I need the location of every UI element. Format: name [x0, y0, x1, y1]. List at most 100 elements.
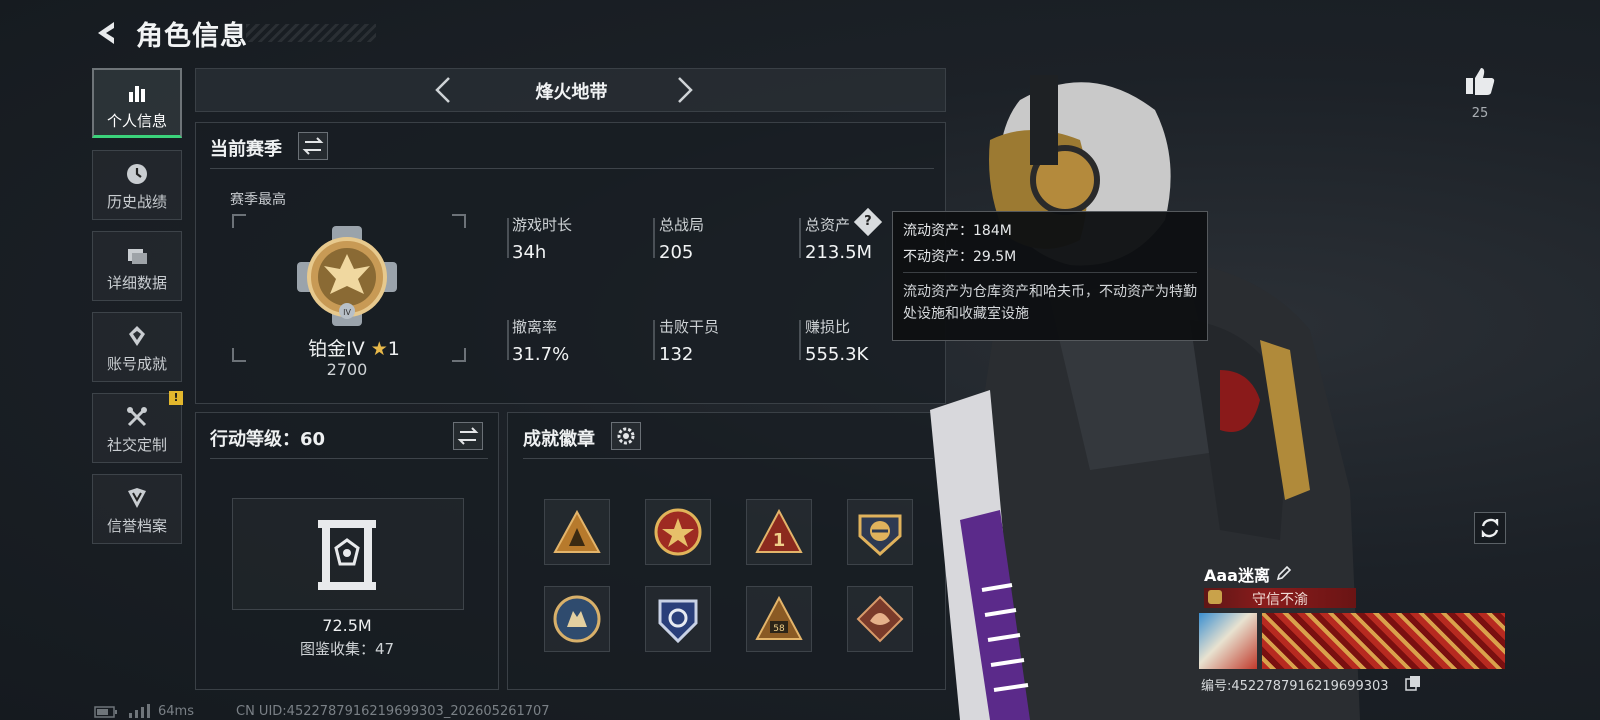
sidebar-item-personal-info[interactable]: 个人信息 — [92, 68, 182, 138]
gold-emblem-badge[interactable] — [847, 499, 913, 565]
rank-score: 2700 — [326, 360, 368, 379]
rank-stars: 1 — [387, 338, 400, 360]
thumbs-up-icon[interactable] — [1464, 66, 1496, 96]
page-title: 角色信息 — [136, 21, 248, 52]
sidebar-item-label: 历史战绩 — [106, 193, 167, 211]
stat-value: 555.3K — [805, 344, 869, 365]
dragon-badge[interactable] — [847, 586, 913, 652]
stat-label: 游戏时长 — [512, 216, 573, 234]
ping-readout: 64ms — [158, 704, 194, 719]
player-banner[interactable] — [1262, 613, 1505, 669]
stat-value: 205 — [659, 242, 694, 263]
stat-label: 总战局 — [659, 216, 705, 234]
wolf-round-badge[interactable] — [544, 586, 610, 652]
triangle-squad-badge[interactable] — [544, 499, 610, 565]
signal-icon — [129, 704, 150, 718]
stat-divider — [507, 218, 509, 258]
stat-value: 132 — [659, 344, 694, 365]
divider — [523, 458, 933, 459]
help-glyph: ? — [864, 213, 872, 229]
stat-divider — [653, 320, 655, 360]
stat-label: 赚损比 — [805, 318, 851, 336]
season-switch-button[interactable] — [298, 132, 328, 160]
swap-icon — [302, 137, 324, 155]
tooltip-description: 流动资产为仓库资产和哈夫币，不动资产为特勤处设施和收藏室设施 — [903, 284, 1197, 322]
alert-badge: ! — [169, 391, 183, 405]
title-tag: 守信不渝 — [1204, 588, 1356, 608]
asset-tooltip: 流动资产：184M 不动资产：29.5M 流动资产为仓库资产和哈夫币，不动资产为… — [892, 211, 1208, 341]
mode-selector: 烽火地带 — [195, 68, 946, 112]
achievement-title: 成就徽章 — [523, 429, 595, 450]
clock-icon — [127, 164, 147, 184]
sidebar-item-label: 信誉档案 — [106, 517, 167, 535]
frame-corner — [232, 348, 246, 362]
season-title: 当前赛季 — [210, 139, 282, 160]
title-tag-text: 守信不渝 — [1252, 592, 1308, 608]
sidebar-item-label: 详细数据 — [106, 274, 167, 292]
action-level-title: 行动等级：60 — [210, 429, 326, 450]
sidebar-item-label: 个人信息 — [106, 112, 167, 130]
back-arrow-icon[interactable] — [92, 18, 122, 48]
stat-divider — [653, 218, 655, 258]
frame-corner — [452, 348, 466, 362]
mode-label: 烽火地带 — [535, 82, 608, 103]
stat-label: 撤离率 — [512, 318, 558, 336]
rank-one-badge[interactable]: 1 — [746, 499, 812, 565]
avatar[interactable] — [1199, 613, 1257, 669]
frame-corner — [452, 214, 466, 228]
svg-text:58: 58 — [773, 624, 785, 634]
frame-corner — [232, 214, 246, 228]
platinum-rank-emblem-icon: IV — [297, 226, 397, 326]
rank-line: 铂金IV ★1 — [294, 334, 414, 361]
sidebar-item-reputation[interactable]: 信誉档案 — [92, 474, 182, 544]
star-icon: ★ — [370, 338, 388, 360]
star-seal-badge[interactable] — [645, 499, 711, 565]
tooltip-liquid-assets: 流动资产：184M — [903, 223, 1012, 239]
player-name: Aaa迷离 — [1204, 566, 1270, 585]
stat-label: 总资产 — [805, 216, 851, 234]
refresh-icon — [1481, 518, 1499, 538]
achievement-icon — [129, 326, 145, 346]
copy-icon[interactable] — [1405, 675, 1421, 691]
sidebar-item-label: 社交定制 — [106, 436, 167, 454]
stat-divider — [507, 320, 509, 360]
season-best-label: 赛季最高 — [230, 192, 286, 208]
bar-chart-icon — [129, 86, 145, 102]
sidebar-item-details[interactable]: 详细数据 — [92, 231, 182, 301]
divider — [210, 458, 488, 459]
player-id: 编号:4522787916219699303 — [1201, 679, 1389, 694]
edit-pencil-icon[interactable] — [1275, 564, 1293, 582]
sidebar-item-label: 账号成就 — [106, 355, 167, 373]
shield-icon — [128, 488, 146, 508]
title-decoration — [246, 24, 376, 42]
rotate-model-button[interactable] — [1474, 512, 1506, 544]
collection-value: 72.5M — [322, 616, 372, 635]
tools-icon — [127, 407, 147, 427]
sidebar-item-achievements[interactable]: 账号成就 — [92, 312, 182, 382]
achievement-settings-button[interactable] — [611, 422, 641, 450]
collection-cabinet-icon — [318, 520, 376, 590]
collection-label: 图鉴收集：47 — [299, 640, 395, 658]
swap-icon — [457, 427, 479, 445]
sidebar-item-history[interactable]: 历史战绩 — [92, 150, 182, 220]
stat-divider — [799, 320, 801, 360]
stat-value: 31.7% — [512, 344, 570, 365]
number-58-badge[interactable]: 58 — [746, 586, 812, 652]
stat-label: 击败干员 — [659, 318, 720, 336]
gear-icon — [617, 427, 635, 445]
folder-icon — [128, 249, 147, 264]
next-mode-arrow-icon[interactable] — [673, 75, 697, 105]
divider — [210, 168, 934, 169]
battery-icon — [94, 706, 117, 718]
rank-name: 铂金IV — [308, 338, 365, 360]
uid-readout: CN UID:4522787916219699303_202605261707 — [236, 704, 550, 719]
stat-divider — [799, 218, 801, 258]
svg-text:IV: IV — [343, 308, 351, 317]
blue-shield-badge[interactable] — [645, 586, 711, 652]
tooltip-fixed-assets: 不动资产：29.5M — [903, 249, 1017, 265]
stat-value: 34h — [512, 242, 547, 263]
action-switch-button[interactable] — [453, 422, 483, 450]
tooltip-divider — [903, 272, 1197, 273]
stat-value: 213.5M — [805, 242, 873, 263]
like-count: 25 — [1471, 106, 1489, 121]
